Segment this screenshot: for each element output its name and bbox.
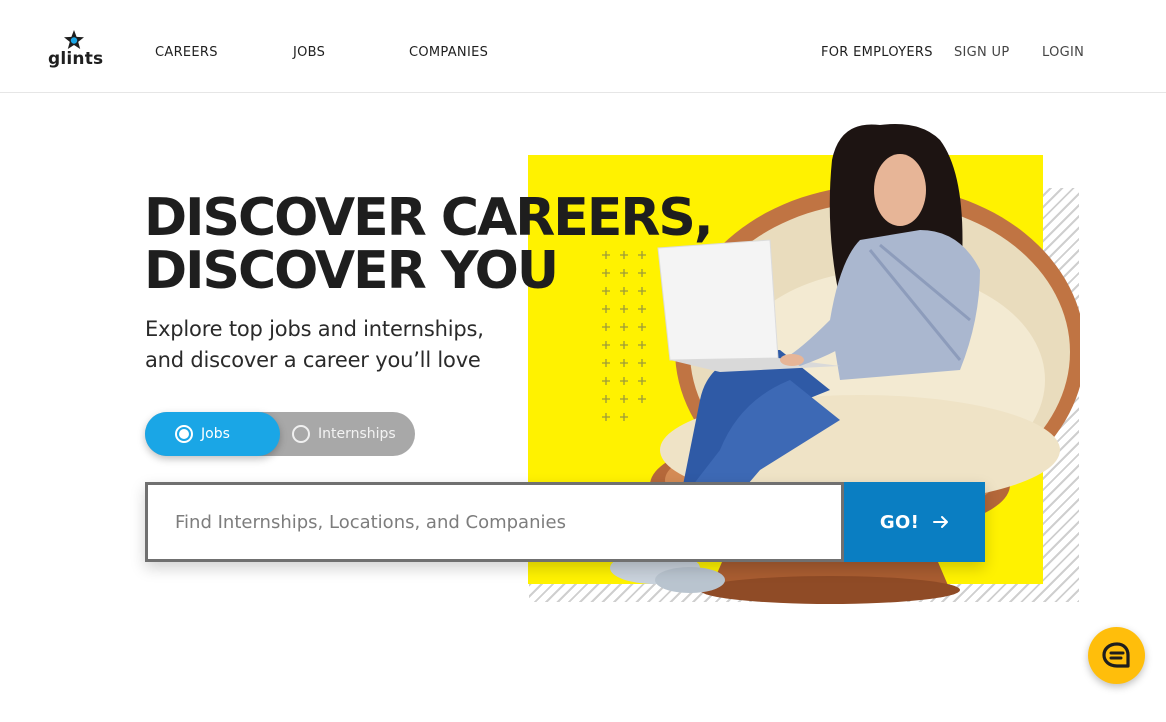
go-button[interactable]: GO!: [844, 482, 985, 562]
radio-unchecked-icon: [292, 425, 310, 443]
hero-headline: DISCOVER CAREERS, DISCOVER YOU: [144, 188, 714, 301]
hero-subline: Explore top jobs and internships, and di…: [145, 314, 484, 376]
go-button-label: GO!: [879, 511, 920, 533]
top-navbar: glints CAREERS JOBS COMPANIES FOR EMPLOY…: [0, 0, 1166, 93]
search-field-wrapper: [145, 482, 844, 562]
star-icon: [64, 30, 84, 49]
toggle-internships[interactable]: Internships: [278, 412, 415, 456]
search-bar: GO!: [145, 482, 985, 562]
search-input[interactable]: [175, 511, 841, 533]
headline-line-2: DISCOVER YOU: [144, 241, 559, 301]
nav-jobs[interactable]: JOBS: [293, 45, 325, 60]
nav-sign-up[interactable]: SIGN UP: [954, 45, 1009, 60]
radio-checked-icon: [175, 425, 193, 443]
nav-careers[interactable]: CAREERS: [155, 45, 218, 60]
headline-line-1: DISCOVER CAREERS,: [144, 188, 714, 248]
logo-wordmark: glints: [48, 49, 104, 69]
glints-logo[interactable]: glints: [48, 30, 104, 72]
toggle-internships-label: Internships: [318, 426, 396, 442]
subline-line-2: and discover a career you’ll love: [145, 348, 481, 372]
toggle-jobs-label: Jobs: [201, 426, 230, 442]
subline-line-1: Explore top jobs and internships,: [145, 317, 484, 341]
toggle-jobs[interactable]: Jobs: [145, 412, 280, 456]
chat-bubble-icon: [1101, 641, 1130, 668]
arrow-right-icon: [933, 516, 949, 528]
nav-for-employers[interactable]: FOR EMPLOYERS: [821, 45, 933, 60]
chat-button[interactable]: [1088, 627, 1145, 684]
nav-companies[interactable]: COMPANIES: [409, 45, 488, 60]
nav-login[interactable]: LOGIN: [1042, 45, 1084, 60]
search-type-toggle: Internships Jobs: [145, 412, 415, 456]
